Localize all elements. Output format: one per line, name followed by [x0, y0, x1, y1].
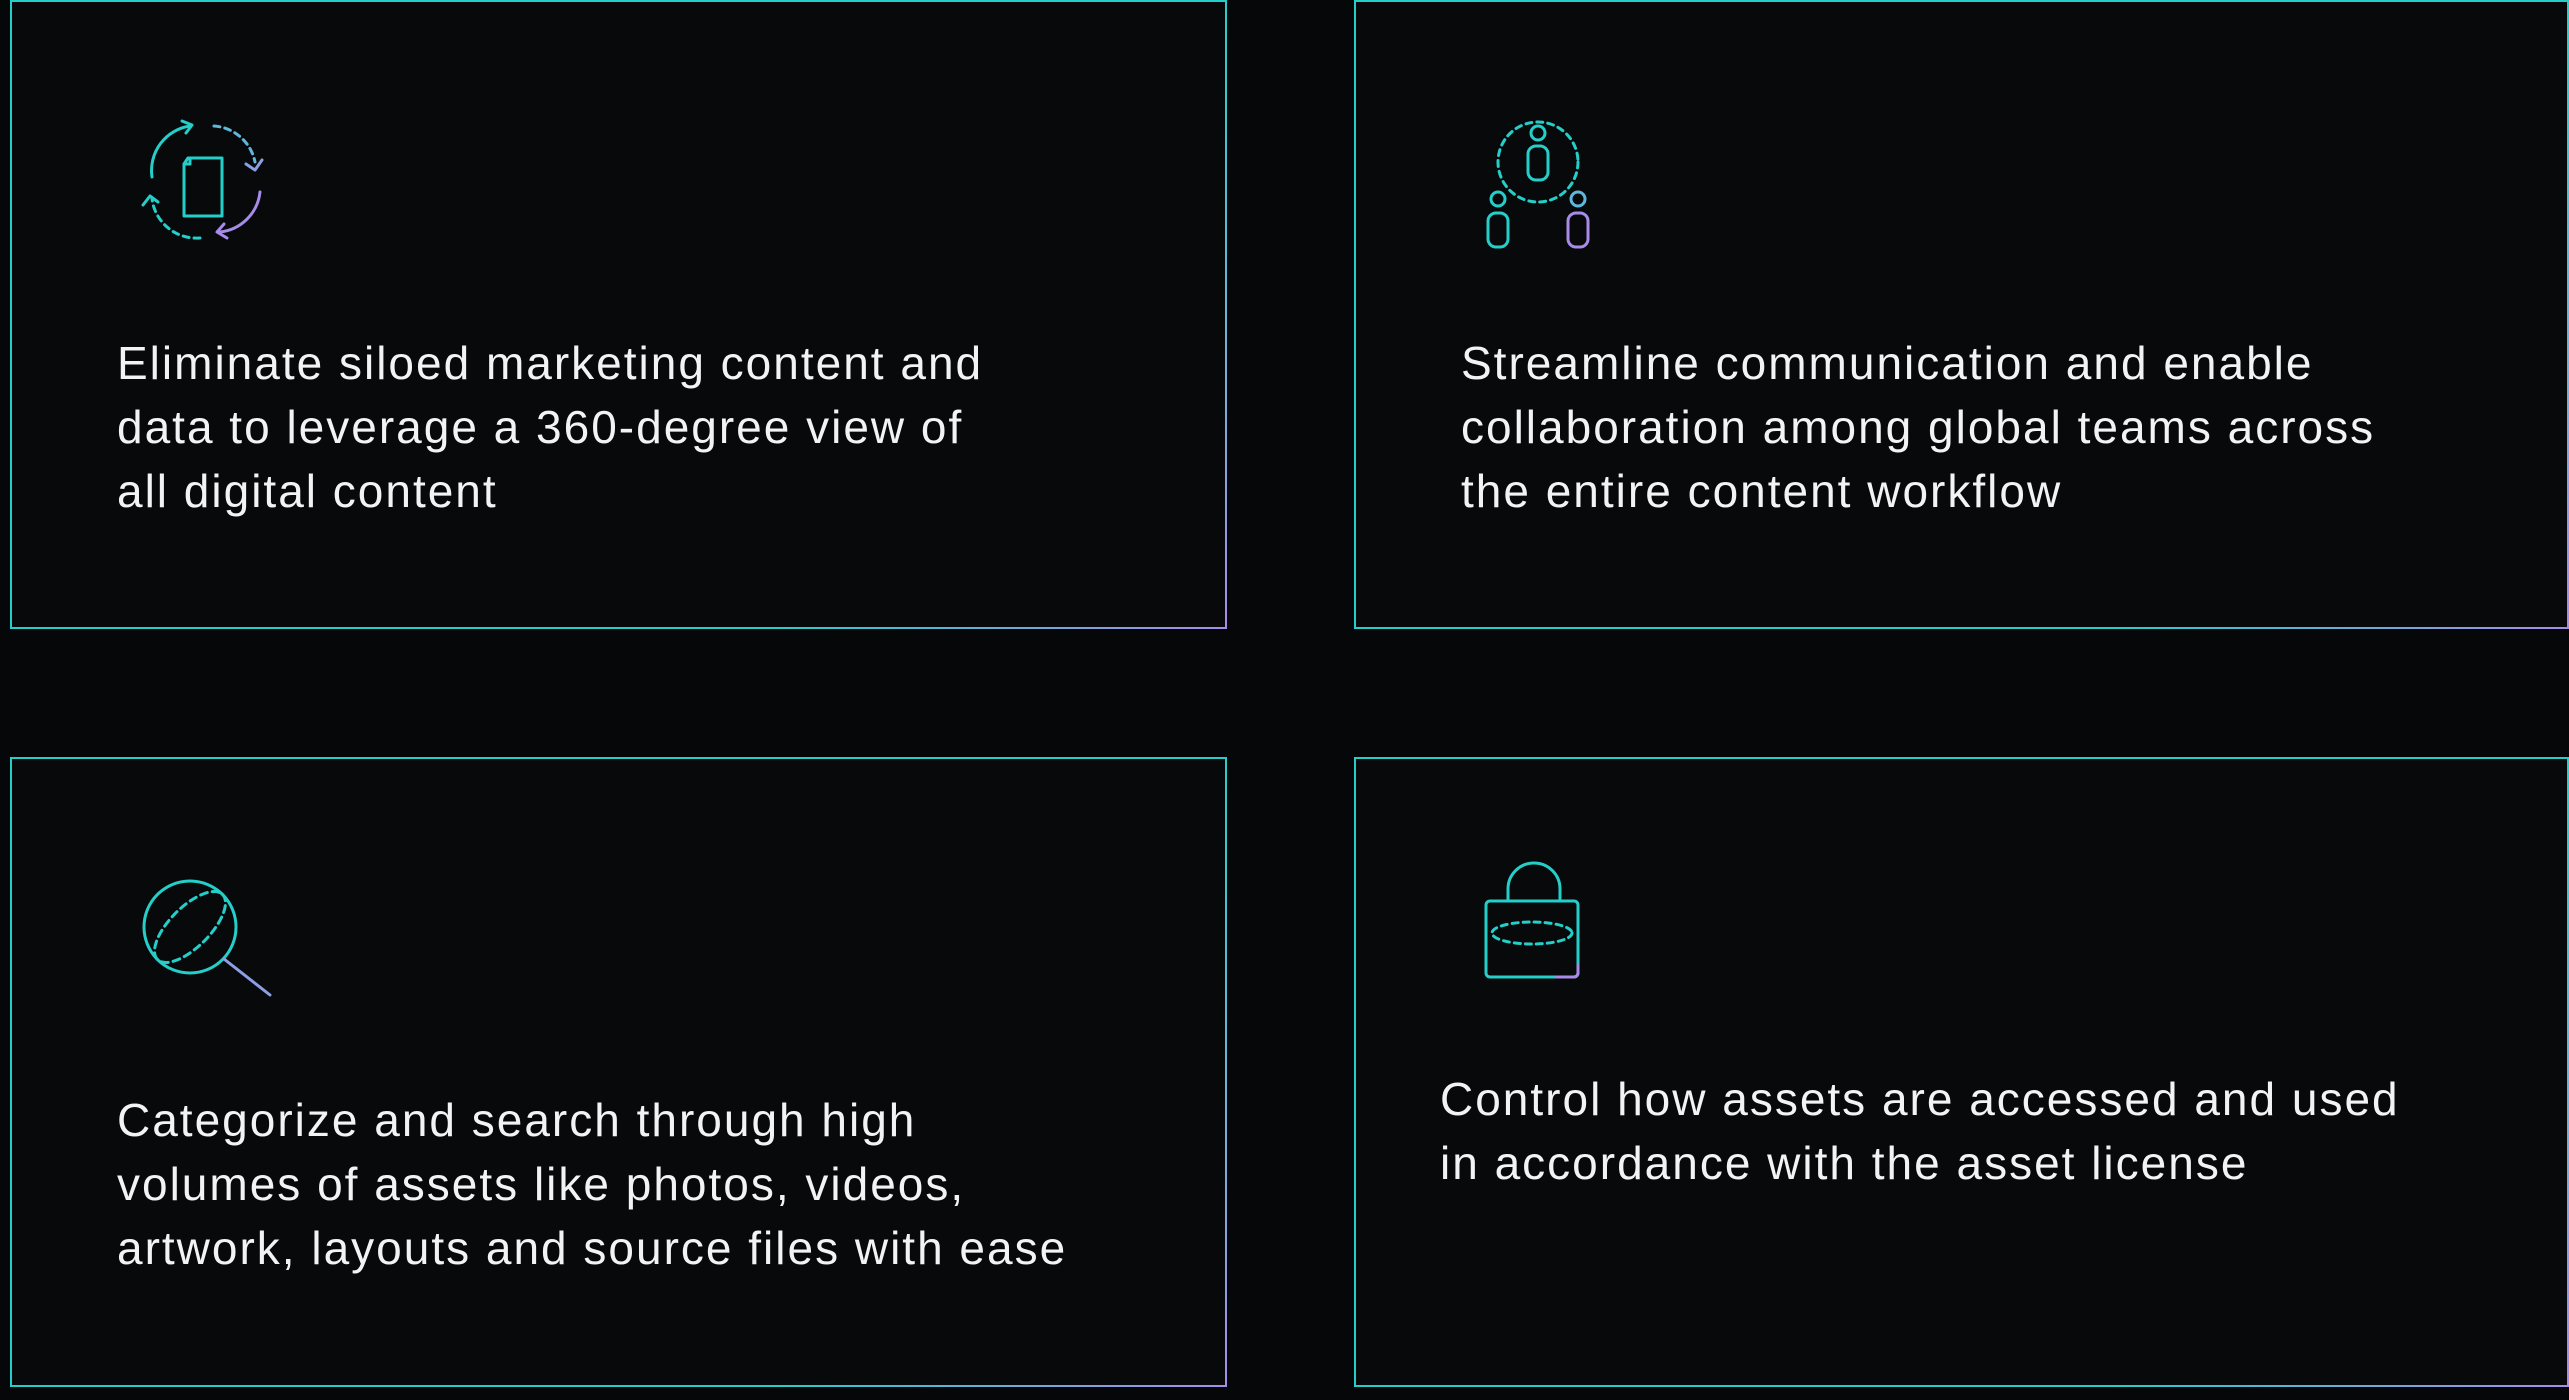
search-globe-icon — [122, 869, 282, 1029]
feature-card-body: Categorize and search through high volum… — [12, 759, 1225, 1385]
feature-card-body: Eliminate siloed marketing content and d… — [12, 2, 1225, 627]
feature-card-access-control: Control how assets are accessed and used… — [1354, 757, 2569, 1387]
feature-description: Categorize and search through high volum… — [117, 1094, 1068, 1274]
feature-description: Eliminate siloed marketing content and d… — [117, 337, 984, 517]
feature-card-body: Control how assets are accessed and used… — [1356, 759, 2567, 1385]
feature-card-body: Streamline communication and enable coll… — [1356, 2, 2567, 627]
team-collaboration-icon — [1458, 106, 1618, 266]
feature-description: Streamline communication and enable coll… — [1461, 337, 2376, 517]
lock-icon — [1456, 853, 1616, 1013]
feature-card-search: Categorize and search through high volum… — [10, 757, 1227, 1387]
feature-card-content-unification: Eliminate siloed marketing content and d… — [10, 0, 1227, 629]
feature-grid: Eliminate siloed marketing content and d… — [0, 0, 2569, 1400]
content-sync-icon — [122, 102, 282, 262]
feature-description: Control how assets are accessed and used… — [1440, 1073, 2400, 1189]
feature-card-collaboration: Streamline communication and enable coll… — [1354, 0, 2569, 629]
